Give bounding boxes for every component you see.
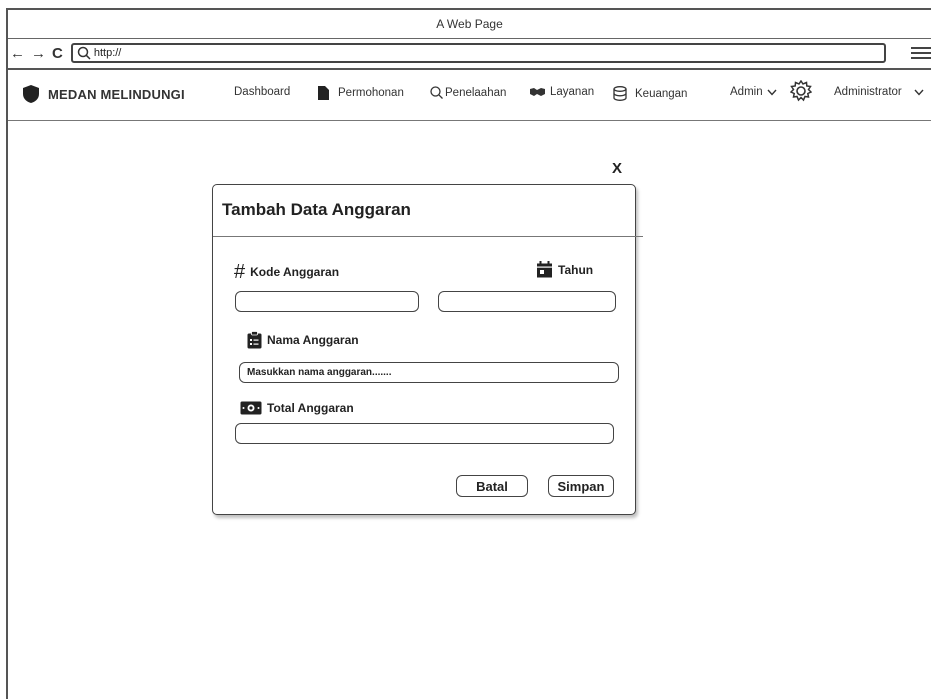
nav-item-label: Keuangan xyxy=(635,87,688,100)
clipboard-icon xyxy=(247,331,262,349)
search-icon xyxy=(430,86,443,99)
total-anggaran-label-text: Total Anggaran xyxy=(267,401,354,415)
nav-item-layanan[interactable]: Layanan xyxy=(530,86,594,98)
total-anggaran-label: Total Anggaran xyxy=(240,401,354,415)
nav-item-penelaahan[interactable]: Penelaahan xyxy=(430,86,506,99)
browser-nav-buttons: ← → C xyxy=(8,45,63,62)
tahun-label-text: Tahun xyxy=(558,262,594,277)
shield-icon xyxy=(23,85,39,103)
nama-anggaran-label: Nama Anggaran xyxy=(247,331,359,349)
browser-title: A Web Page xyxy=(8,10,931,39)
nav-item-dashboard[interactable]: Dashboard xyxy=(234,86,290,98)
nav-item-label: Layanan xyxy=(550,86,595,98)
gear-icon[interactable] xyxy=(789,79,813,105)
reload-icon[interactable]: C xyxy=(52,45,63,62)
kode-anggaran-label-text: Kode Anggaran xyxy=(250,265,340,279)
kode-anggaran-label: # Kode Anggaran xyxy=(234,262,339,282)
nama-anggaran-input[interactable]: Masukkan nama anggaran....... xyxy=(239,362,619,383)
file-icon xyxy=(318,86,329,100)
nama-anggaran-label-text: Nama Anggaran xyxy=(267,333,359,347)
brand-name: MEDAN MELINDUNGI xyxy=(48,86,185,102)
back-arrow-icon[interactable]: ← xyxy=(10,45,25,62)
kode-anggaran-input[interactable] xyxy=(235,291,419,312)
nav-item-keuangan[interactable]: Keuangan xyxy=(613,86,687,101)
search-icon xyxy=(77,46,91,60)
database-icon xyxy=(613,86,627,101)
nav-item-label: Dashboard xyxy=(234,86,291,98)
save-button[interactable]: Simpan xyxy=(548,475,614,497)
chevron-down-icon xyxy=(767,89,777,96)
nav-item-label: Penelaahan xyxy=(445,86,507,99)
admin-menu-label: Admin xyxy=(730,86,763,98)
nav-item-permohonan[interactable]: Permohonan xyxy=(318,86,404,100)
modal-title: Tambah Data Anggaran xyxy=(222,200,411,219)
nav-item-label: Permohonan xyxy=(338,87,404,99)
address-bar: ← → C http:// xyxy=(8,38,931,70)
tahun-label: Tahun xyxy=(536,261,593,278)
total-anggaran-input[interactable] xyxy=(235,423,614,444)
money-icon xyxy=(240,401,262,415)
url-text: http:// xyxy=(93,47,122,59)
cancel-button[interactable]: Batal xyxy=(456,475,528,497)
modal-close-button[interactable]: X xyxy=(612,160,622,177)
handshake-icon xyxy=(530,88,545,96)
user-menu-label: Administrator xyxy=(834,86,902,98)
app-navbar: MEDAN MELINDUNGI Dashboard Permohonan Pe… xyxy=(8,68,931,121)
admin-dropdown[interactable]: Admin xyxy=(730,86,777,98)
tahun-input[interactable] xyxy=(438,291,616,312)
brand[interactable]: MEDAN MELINDUNGI xyxy=(22,84,185,104)
calendar-icon xyxy=(537,261,552,278)
chevron-down-icon xyxy=(914,89,924,96)
modal-divider xyxy=(213,236,643,237)
hamburger-menu-icon[interactable] xyxy=(911,44,931,62)
modal-dialog: Tambah Data Anggaran # Kode Anggaran Tah… xyxy=(212,184,643,515)
url-input[interactable]: http:// xyxy=(70,43,886,63)
forward-arrow-icon[interactable]: → xyxy=(31,45,46,62)
hash-icon: # xyxy=(234,261,246,283)
user-dropdown[interactable]: Administrator xyxy=(834,86,924,98)
